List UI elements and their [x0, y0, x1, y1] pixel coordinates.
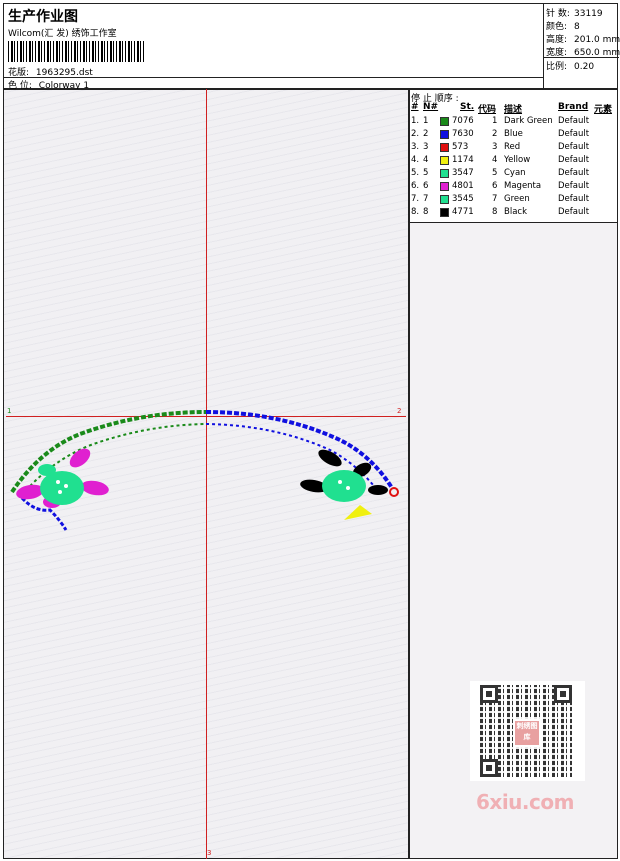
seq-cell: 5.	[411, 168, 420, 178]
code-cell: 2	[492, 129, 498, 139]
col-desc: 描述	[504, 105, 523, 115]
stitches-cell: 1174	[452, 155, 474, 165]
stitches-cell: 573	[452, 142, 469, 152]
desc-cell: Green	[504, 194, 530, 204]
seq-cell: 7.	[411, 194, 420, 204]
desc-cell: Red	[504, 142, 521, 152]
seq-cell: 8.	[411, 207, 420, 217]
brand-cell: Default	[558, 207, 590, 217]
stitches-cell: 3545	[452, 194, 474, 204]
stitches-cell: 4801	[452, 181, 474, 191]
desc-cell: Yellow	[504, 155, 531, 165]
seq-cell: 2.	[411, 129, 420, 139]
code-cell: 7	[492, 194, 498, 204]
code-cell: 1	[492, 116, 498, 126]
arc-edge-blue	[205, 410, 394, 490]
seq-cell: 6.	[411, 181, 420, 191]
n-cell: 7	[423, 194, 429, 204]
n-cell: 8	[423, 207, 429, 217]
n-cell: 1	[423, 116, 429, 126]
brand-cell: Default	[558, 155, 590, 165]
brand-cell: Default	[558, 116, 590, 126]
qr-finder-tl	[480, 685, 498, 703]
color-swatch	[440, 156, 449, 165]
stitches-cell: 3547	[452, 168, 474, 178]
desc-cell: Black	[504, 207, 527, 217]
arc-edge-green	[10, 410, 207, 494]
table-row: 3. 3 573 3 Red Default	[410, 142, 617, 155]
table-row: 6. 6 4801 6 Magenta Default	[410, 181, 617, 194]
seq-cell: 1.	[411, 116, 420, 126]
qr-logo: 刺绣图库	[513, 719, 541, 747]
col-seq: #	[411, 102, 419, 112]
seq-cell: 4.	[411, 155, 420, 165]
col-n: N#	[423, 102, 439, 112]
n-cell: 2	[423, 129, 429, 139]
watermark-text: 6xiu.com	[476, 790, 574, 814]
brand-cell: Default	[558, 194, 590, 204]
color-swatch	[440, 130, 449, 139]
col-stitches: St.	[460, 102, 475, 112]
desc-cell: Dark Green	[504, 116, 553, 126]
col-code: 代码	[478, 105, 497, 115]
stop-sequence-table: 停 止 顺序 : # N# St. 代码 描述 Brand 元素 1. 1 7076…	[410, 90, 617, 223]
code-cell: 6	[492, 181, 498, 191]
desc-cell: Cyan	[504, 168, 526, 178]
desc-cell: Blue	[504, 129, 523, 139]
table-header: # N# St. 代码 描述 Brand 元素	[410, 102, 617, 115]
color-swatch	[440, 208, 449, 217]
brand-cell: Default	[558, 129, 590, 139]
qr-finder-bl	[480, 759, 498, 777]
table-row: 5. 5 3547 5 Cyan Default	[410, 168, 617, 181]
desc-cell: Magenta	[504, 181, 542, 191]
left-flower-motif	[16, 448, 109, 508]
n-cell: 6	[423, 181, 429, 191]
table-row: 1. 1 7076 1 Dark Green Default	[410, 116, 617, 129]
table-row: 4. 4 1174 4 Yellow Default	[410, 155, 617, 168]
brand-cell: Default	[558, 142, 590, 152]
qr-code-block: 刺绣图库	[470, 681, 585, 781]
brand-cell: Default	[558, 168, 590, 178]
stitches-cell: 7076	[452, 116, 474, 126]
code-cell: 8	[492, 207, 498, 217]
code-cell: 3	[492, 142, 498, 152]
color-swatch	[440, 182, 449, 191]
code-cell: 5	[492, 168, 498, 178]
right-flower-motif	[300, 449, 399, 520]
brand-cell: Default	[558, 181, 590, 191]
n-cell: 5	[423, 168, 429, 178]
col-element: 元素	[594, 105, 613, 115]
table-row: 2. 2 7630 2 Blue Default	[410, 129, 617, 142]
n-cell: 3	[423, 142, 429, 152]
stitches-cell: 4771	[452, 207, 474, 217]
table-row: 8. 8 4771 8 Black Default	[410, 207, 617, 220]
n-cell: 4	[423, 155, 429, 165]
code-cell: 4	[492, 155, 498, 165]
color-swatch	[440, 195, 449, 204]
color-swatch	[440, 169, 449, 178]
seq-cell: 3.	[411, 142, 420, 152]
col-brand: Brand	[558, 102, 589, 112]
stitches-cell: 7630	[452, 129, 474, 139]
table-row: 7. 7 3545 7 Green Default	[410, 194, 617, 207]
color-swatch	[440, 117, 449, 126]
qr-finder-tr	[554, 685, 572, 703]
color-swatch	[440, 143, 449, 152]
